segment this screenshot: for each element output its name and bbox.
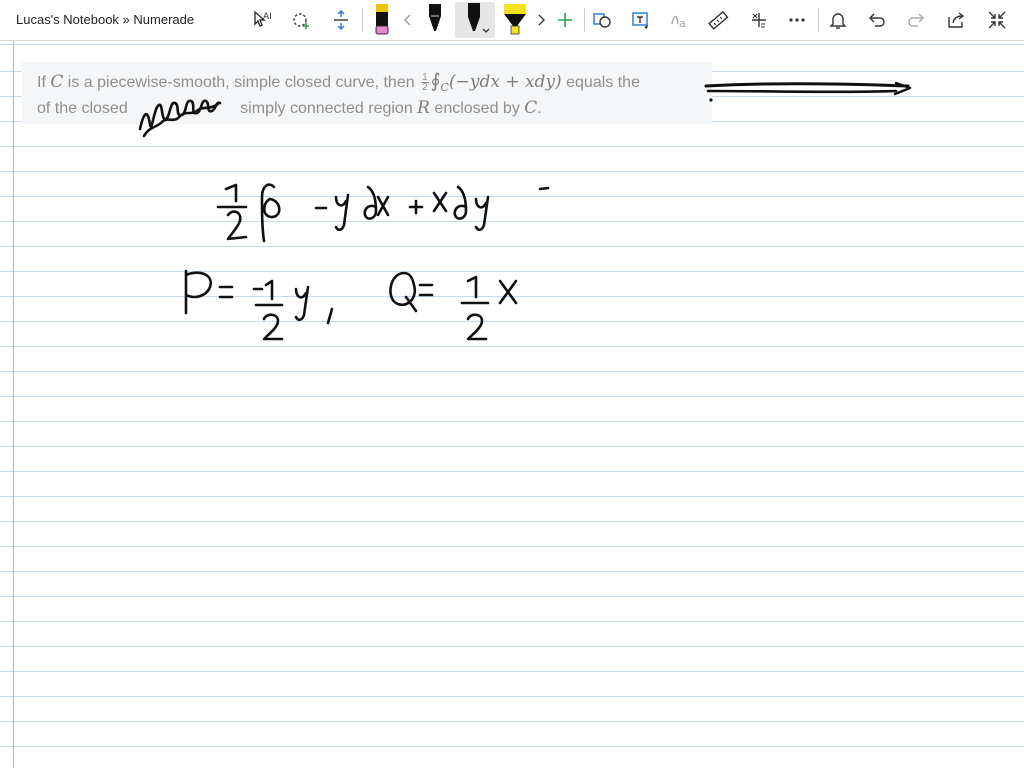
pen-black-fine-button[interactable] xyxy=(419,4,451,36)
ink-comma xyxy=(326,307,334,325)
toolbar-separator xyxy=(362,8,363,32)
plus-icon xyxy=(558,13,572,27)
ink-digit-1 xyxy=(264,279,274,301)
question-text: is a piecewise-smooth, simple closed cur… xyxy=(63,74,420,91)
ink-integral xyxy=(260,183,276,243)
ink-letter-p xyxy=(184,269,212,315)
question-text: . xyxy=(537,100,542,117)
fraction-denominator: 2 xyxy=(422,82,428,94)
redo-icon xyxy=(908,13,924,27)
question-text: of the closed xyxy=(37,100,128,117)
math-icon xyxy=(752,13,766,28)
ink-x xyxy=(498,279,518,305)
math-var-r: R xyxy=(417,98,430,118)
ink-equals xyxy=(418,283,434,297)
ink-strike-line xyxy=(706,89,898,94)
ruler-icon xyxy=(708,10,729,30)
pen-pink-icon xyxy=(375,4,389,35)
ink-integral-circle xyxy=(262,197,281,219)
bell-icon xyxy=(829,13,847,29)
toolbar-separator xyxy=(584,8,585,32)
share-button[interactable] xyxy=(940,4,972,36)
ink-to-text-button[interactable] xyxy=(625,4,657,36)
integrand: (−ydx + xdy) xyxy=(448,72,562,92)
chevron-right-icon xyxy=(538,14,545,26)
ink-d xyxy=(453,185,468,220)
ink-strike-line xyxy=(893,81,912,96)
undo-icon xyxy=(869,13,885,27)
lasso-select-icon: AI xyxy=(254,10,272,27)
toolbar-separator xyxy=(818,8,819,32)
ink-digit-2 xyxy=(466,313,488,341)
page-margin-line xyxy=(13,41,14,768)
svg-text:AI: AI xyxy=(263,12,272,22)
ink-strike-line xyxy=(704,82,910,88)
insert-space-icon xyxy=(334,9,348,31)
question-line-2: of the closed simply connected region R … xyxy=(37,98,542,118)
ink-to-shape-icon xyxy=(593,13,611,28)
ink-to-math-icon: a xyxy=(671,15,686,30)
ink-y xyxy=(294,285,310,322)
ink-to-shape-button[interactable] xyxy=(586,4,618,36)
math-var-c: C xyxy=(50,72,64,92)
window-title: Lucas's Notebook » Numerade xyxy=(16,12,195,27)
lasso-select-button[interactable]: AI xyxy=(246,4,278,36)
notebook-page[interactable]: If C is a piecewise-smooth, simple close… xyxy=(0,41,1024,768)
notifications-button[interactable] xyxy=(822,4,854,36)
pen-black-active-icon xyxy=(468,3,490,33)
ink-to-text-icon xyxy=(632,12,648,29)
question-text: enclosed by xyxy=(429,100,525,117)
ink-digit-2 xyxy=(226,210,248,241)
question-line-1: If C is a piecewise-smooth, simple close… xyxy=(37,70,640,94)
ink-y xyxy=(334,193,350,232)
ink-to-math-button[interactable]: a xyxy=(664,4,696,36)
ink-x xyxy=(432,191,448,213)
integral-subscript: C xyxy=(440,81,449,95)
ink-digit-1 xyxy=(224,183,238,203)
add-space-button[interactable] xyxy=(325,4,357,36)
contour-integral-symbol: ∮ xyxy=(430,70,441,92)
ink-digit-2 xyxy=(262,313,284,341)
question-text: If xyxy=(37,74,51,91)
question-box: If C is a piecewise-smooth, simple close… xyxy=(22,62,712,124)
svg-text:a: a xyxy=(679,17,686,30)
pen-black-active-button[interactable] xyxy=(455,2,495,38)
undo-button[interactable] xyxy=(861,4,893,36)
collapse-fullscreen-icon xyxy=(988,11,1006,29)
highlighter-yellow-icon xyxy=(504,4,526,35)
ink-d xyxy=(363,185,378,220)
fullscreen-button[interactable] xyxy=(981,4,1013,36)
chevron-left-icon xyxy=(404,14,411,26)
ink-equals xyxy=(218,285,234,299)
math-fraction: 12 xyxy=(421,73,429,94)
share-icon xyxy=(948,12,965,28)
math-var-c: C xyxy=(524,98,538,118)
ink-plus xyxy=(408,199,424,215)
shape-add-icon xyxy=(293,13,309,29)
toolbar: Lucas's Notebook » Numerade AI a xyxy=(0,0,1024,41)
more-button[interactable] xyxy=(781,4,813,36)
ink-y xyxy=(474,195,490,232)
question-text: simply connected region xyxy=(235,100,418,117)
ink-layer xyxy=(138,81,912,341)
more-icon xyxy=(789,18,805,22)
pen-black-fine-icon xyxy=(429,4,441,31)
ruler-button[interactable] xyxy=(702,4,734,36)
ink-minus xyxy=(538,186,550,191)
redo-button[interactable] xyxy=(900,4,932,36)
ink-letter-q xyxy=(389,271,418,313)
ink-digit-1 xyxy=(466,275,478,299)
add-pen-button[interactable] xyxy=(549,4,581,36)
highlighter-yellow-button[interactable] xyxy=(497,4,533,36)
question-text: equals the xyxy=(561,74,640,91)
math-button[interactable] xyxy=(743,4,775,36)
pens-scroll-left-button[interactable] xyxy=(394,4,422,36)
ink-x xyxy=(376,195,390,217)
add-shape-button[interactable] xyxy=(285,4,317,36)
